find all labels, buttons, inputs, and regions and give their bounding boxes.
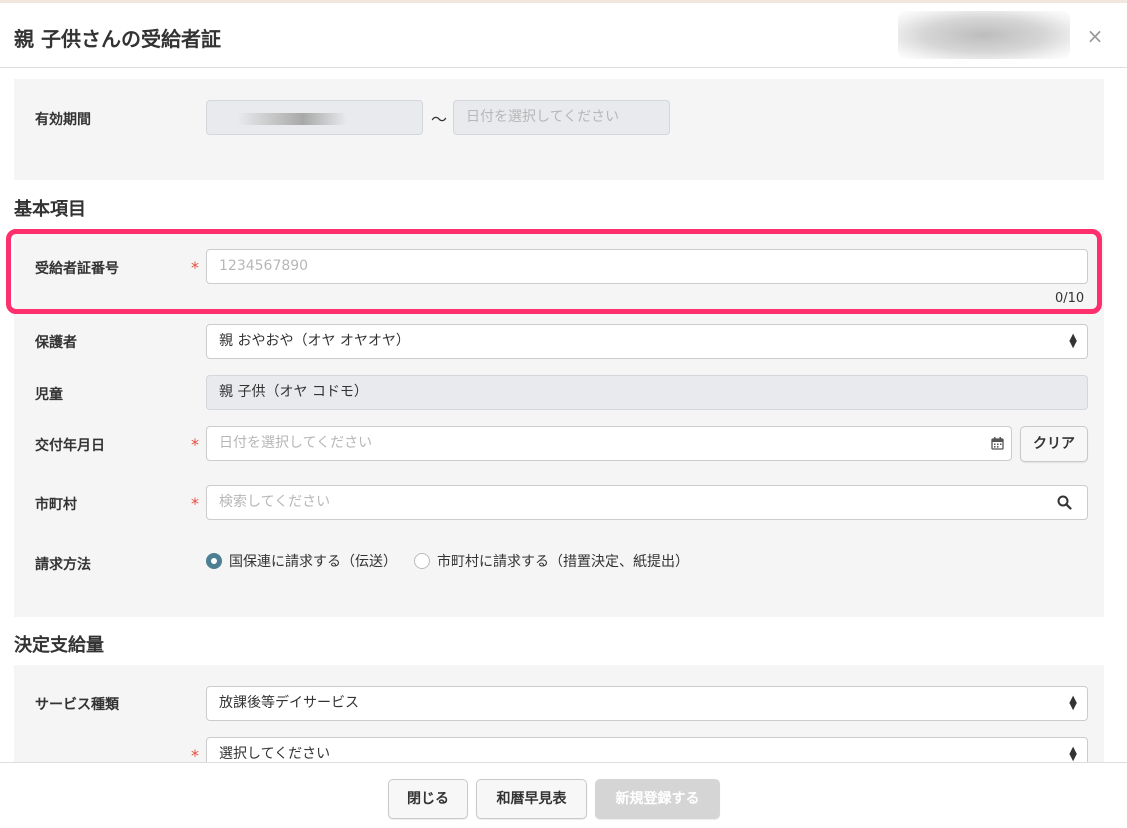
child-label: 児童 <box>35 387 63 403</box>
billing-option-municipality[interactable]: 市町村に請求する（措置決定、紙提出） <box>437 551 689 571</box>
register-button[interactable]: 新規登録する <box>595 779 720 819</box>
service-type-label: サービス種類 <box>35 697 119 713</box>
billing-radio-kokuhoren[interactable] <box>206 553 222 569</box>
modal-header: 親 子供さんの受給者証 × <box>0 0 1127 68</box>
municipality-placeholder: 検索してください <box>219 494 331 510</box>
calendar-icon[interactable] <box>991 437 1004 450</box>
close-icon[interactable]: × <box>1084 25 1106 47</box>
validity-separator: 〜 <box>431 110 448 129</box>
validity-start-field[interactable] <box>206 100 423 135</box>
blurred-user-info <box>898 11 1070 59</box>
supply-section-title: 決定支給量 <box>14 635 104 656</box>
search-icon[interactable] <box>1057 495 1072 510</box>
required-mark: * <box>191 435 199 454</box>
required-mark: * <box>191 746 199 762</box>
guardian-label: 保護者 <box>35 335 77 351</box>
supply-detail-value: 選択してください <box>219 746 331 762</box>
billing-label: 請求方法 <box>35 557 91 573</box>
select-arrows-icon: ▲ ▼ <box>1069 332 1077 350</box>
child-field: 親 子供（オヤ コドモ） <box>206 375 1088 410</box>
issue-date-input[interactable]: 日付を選択してください <box>206 426 1012 461</box>
issue-date-label: 交付年月日 <box>35 438 105 454</box>
modal-footer: 閉じる 和暦早見表 新規登録する <box>0 762 1127 828</box>
close-button[interactable]: 閉じる <box>388 779 468 819</box>
issue-date-placeholder: 日付を選択してください <box>219 435 373 451</box>
modal-title: 親 子供さんの受給者証 <box>14 27 221 51</box>
child-value: 親 子供（オヤ コドモ） <box>219 384 368 400</box>
billing-radio-municipality[interactable] <box>414 553 430 569</box>
required-mark: * <box>191 494 199 513</box>
guardian-select[interactable]: 親 おやおや（オヤ オヤオヤ） ▲ ▼ <box>206 324 1088 359</box>
basic-section-title: 基本項目 <box>14 199 86 220</box>
supply-detail-select[interactable]: 選択してください ▲ ▼ <box>206 737 1088 762</box>
japanese-calendar-button[interactable]: 和暦早見表 <box>476 779 587 819</box>
modal-body[interactable]: 有効期間 〜 日付を選択してください 基本項目 受給者証番号 * 1234567… <box>0 69 1127 762</box>
clear-button[interactable]: クリア <box>1020 426 1088 462</box>
guardian-value: 親 おやおや（オヤ オヤオヤ） <box>219 333 410 349</box>
municipality-label: 市町村 <box>35 497 77 513</box>
highlight-frame <box>6 229 1102 314</box>
validity-label: 有効期間 <box>35 112 91 128</box>
validity-end-placeholder: 日付を選択してください <box>466 109 620 125</box>
select-arrows-icon: ▲ ▼ <box>1069 694 1077 712</box>
validity-end-field[interactable]: 日付を選択してください <box>453 100 670 135</box>
blurred-start-date <box>237 113 347 125</box>
billing-option-kokuhoren[interactable]: 国保連に請求する（伝送） <box>229 551 397 571</box>
service-type-value: 放課後等デイサービス <box>219 695 359 711</box>
service-type-select[interactable]: 放課後等デイサービス ▲ ▼ <box>206 686 1088 721</box>
municipality-search-input[interactable]: 検索してください <box>206 485 1088 520</box>
select-arrows-icon: ▲ ▼ <box>1069 745 1077 763</box>
